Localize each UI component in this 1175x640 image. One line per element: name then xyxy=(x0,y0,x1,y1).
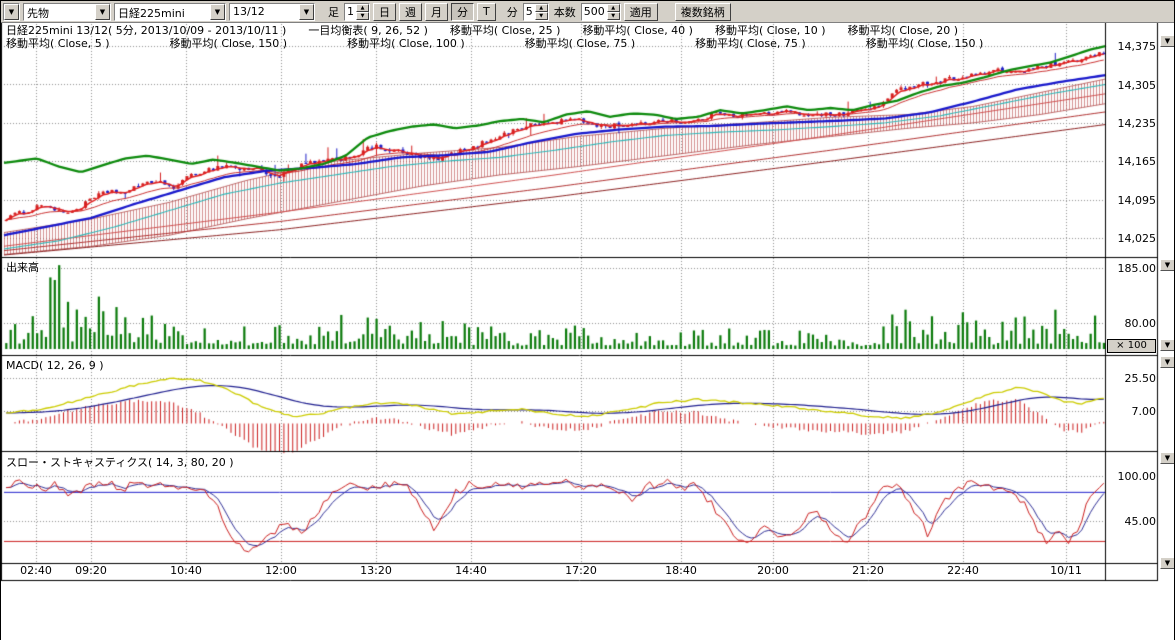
interval-spinner[interactable]: 1 ▲▼ xyxy=(344,3,370,21)
scroll-down-button[interactable]: ▼ xyxy=(1160,452,1175,464)
macd-pane-label: MACD( 12, 26, 9 ) xyxy=(6,359,104,372)
price-tick-label: 14,025 xyxy=(1107,232,1156,245)
apply-button[interactable]: 適用 xyxy=(624,3,658,21)
time-axis-label: 14:40 xyxy=(451,564,491,577)
stochastics-pane-label: スロー・ストキャスティクス( 14, 3, 80, 20 ) xyxy=(6,454,234,470)
time-axis-label: 09:20 xyxy=(71,564,111,577)
time-axis-label: 13:20 xyxy=(356,564,396,577)
minute-value: 5 xyxy=(524,4,535,20)
scroll-down-button[interactable]: ▼ xyxy=(1160,339,1175,351)
period-week-button[interactable]: 週 xyxy=(399,3,422,21)
volume-tick-label: 185.00 xyxy=(1107,262,1156,275)
period-month-button[interactable]: 月 xyxy=(425,3,448,21)
time-axis-label: 20:00 xyxy=(753,564,793,577)
minute-label: 分 xyxy=(505,4,520,20)
spin-down-icon[interactable]: ▼ xyxy=(607,12,620,20)
chevron-down-icon[interactable]: ▼ xyxy=(210,4,225,20)
chevron-down-icon[interactable]: ▼ xyxy=(95,4,110,20)
legend-line-2: 移動平均( Close, 5 ) 移動平均( Close, 150 ) 移動平均( … xyxy=(6,38,1005,50)
time-axis-label: 17:20 xyxy=(561,564,601,577)
legend-item: 移動平均( Close, 5 ) xyxy=(6,37,110,50)
bars-value: 500 xyxy=(582,4,607,20)
price-tick-label: 14,375 xyxy=(1107,40,1156,53)
legend-item: 移動平均( Close, 25 ) xyxy=(450,24,561,37)
chevron-down-icon[interactable]: ▼ xyxy=(4,4,19,20)
volume-tick-label: 80.00 xyxy=(1107,317,1156,330)
legend-item: 移動平均( Close, 100 ) xyxy=(347,37,465,50)
triangle-down-icon: ▼ xyxy=(1165,560,1170,567)
time-axis-label: 10:40 xyxy=(166,564,206,577)
spin-up-icon[interactable]: ▲ xyxy=(607,4,620,12)
legend-item: 移動平均( Close, 75 ) xyxy=(695,37,806,50)
price-tick-label: 14,095 xyxy=(1107,194,1156,207)
stoch-tick-label: 45.00 xyxy=(1107,515,1156,528)
price-tick-label: 14,305 xyxy=(1107,79,1156,92)
symbol-combo[interactable]: 日経225mini ▼ xyxy=(114,3,226,21)
chevron-down-icon[interactable]: ▼ xyxy=(299,4,314,20)
interval-value: 1 xyxy=(345,4,356,20)
price-tick-label: 14,165 xyxy=(1107,155,1156,168)
bars-label: 本数 xyxy=(552,4,578,20)
macd-tick-label: 7.00 xyxy=(1107,405,1156,418)
time-axis-label: 10/11 xyxy=(1046,564,1086,577)
legend-line-1: 日経225mini 13/12( 5分, 2013/10/09 - 2013/1… xyxy=(6,25,980,37)
spin-up-icon[interactable]: ▲ xyxy=(356,4,369,12)
price-chart-canvas[interactable] xyxy=(1,23,1175,582)
triangle-down-icon: ▼ xyxy=(1165,342,1170,349)
category-combo[interactable]: 先物 ▼ xyxy=(23,3,111,21)
volume-pane-label: 出来高 xyxy=(6,259,39,275)
legend-item: 移動平均( Close, 20 ) xyxy=(848,24,959,37)
scroll-down-button[interactable]: ▼ xyxy=(1160,356,1175,368)
ashi-label: 足 xyxy=(326,4,341,20)
chart-application-window: ▼ 先物 ▼ 日経225mini ▼ 13/12 ▼ 足 1 ▲▼ 日 週 月 … xyxy=(0,0,1175,640)
scroll-down-button[interactable]: ▼ xyxy=(1160,35,1175,47)
macd-tick-label: 25.50 xyxy=(1107,372,1156,385)
scroll-down-button[interactable]: ▼ xyxy=(1160,259,1175,271)
contract-combo[interactable]: 13/12 ▼ xyxy=(229,3,315,21)
triangle-down-icon: ▼ xyxy=(1165,262,1170,269)
legend-item: 移動平均( Close, 150 ) xyxy=(170,37,288,50)
time-axis-label: 18:40 xyxy=(661,564,701,577)
volume-unit-box: × 100 xyxy=(1107,339,1156,353)
period-tick-button[interactable]: T xyxy=(477,3,496,21)
legend-item: 一目均衡表( 9, 26, 52 ) xyxy=(308,24,428,37)
time-axis-label: 02:40 xyxy=(16,564,56,577)
legend-item: 移動平均( Close, 150 ) xyxy=(866,37,984,50)
minute-spinner[interactable]: 5 ▲▼ xyxy=(523,3,549,21)
legend-item: 移動平均( Close, 40 ) xyxy=(582,24,693,37)
scroll-down-button[interactable]: ▼ xyxy=(1160,557,1175,569)
spin-down-icon[interactable]: ▼ xyxy=(535,12,548,20)
time-axis-label: 21:20 xyxy=(848,564,888,577)
contract-combo-value: 13/12 xyxy=(230,4,299,20)
category-combo-value: 先物 xyxy=(24,4,95,20)
triangle-down-icon: ▼ xyxy=(1165,38,1170,45)
toolbar: ▼ 先物 ▼ 日経225mini ▼ 13/12 ▼ 足 1 ▲▼ 日 週 月 … xyxy=(1,1,1174,23)
triangle-down-icon: ▼ xyxy=(1165,359,1170,366)
multi-symbol-button[interactable]: 複数銘柄 xyxy=(675,3,731,21)
time-axis-label: 22:40 xyxy=(943,564,983,577)
legend-item: 日経225mini 13/12( 5分, 2013/10/09 - 2013/1… xyxy=(6,24,286,37)
spin-down-icon[interactable]: ▼ xyxy=(356,12,369,20)
price-tick-label: 14,235 xyxy=(1107,117,1156,130)
period-day-button[interactable]: 日 xyxy=(373,3,396,21)
legend-item: 移動平均( Close, 10 ) xyxy=(715,24,826,37)
symbol-combo-value: 日経225mini xyxy=(115,4,210,20)
mini-combo[interactable]: ▼ xyxy=(3,3,20,21)
stoch-tick-label: 100.00 xyxy=(1107,470,1156,483)
period-minute-button[interactable]: 分 xyxy=(451,3,474,21)
spin-up-icon[interactable]: ▲ xyxy=(535,4,548,12)
legend-item: 移動平均( Close, 75 ) xyxy=(525,37,636,50)
triangle-down-icon: ▼ xyxy=(1165,455,1170,462)
time-axis-label: 12:00 xyxy=(261,564,301,577)
bars-spinner[interactable]: 500 ▲▼ xyxy=(581,3,621,21)
